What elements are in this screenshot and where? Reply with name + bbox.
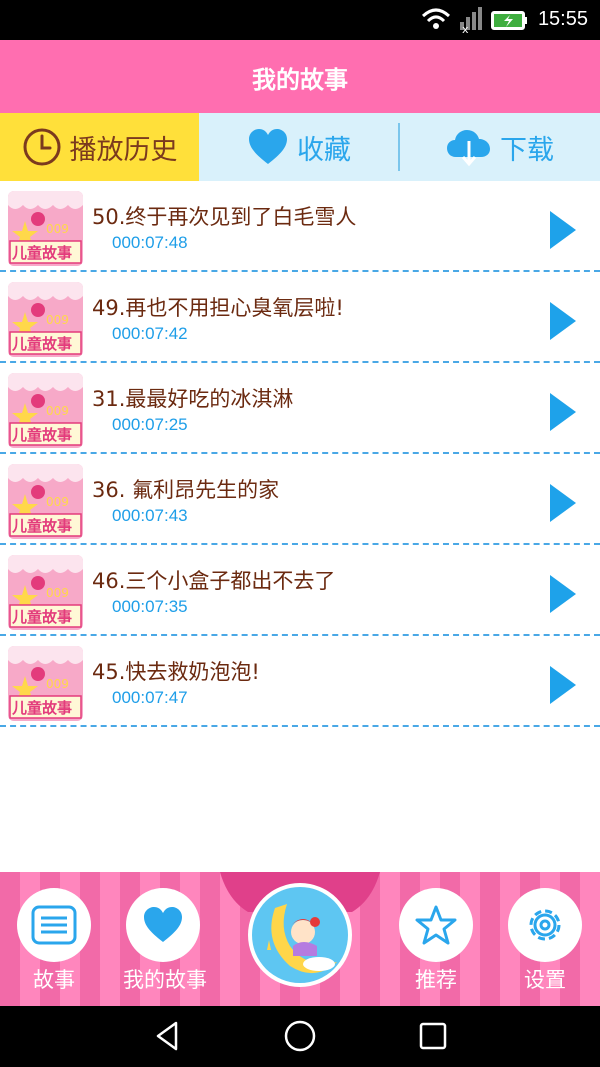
story-thumbnail: 009 儿童故事 xyxy=(8,373,83,448)
page-title: 我的故事 xyxy=(252,66,348,94)
thumbnail-badge-text: 儿童故事 xyxy=(11,426,72,444)
tab-label: 播放历史 xyxy=(69,134,178,166)
nav-icon-circle xyxy=(508,888,582,962)
tab-favorites[interactable]: 收藏 xyxy=(199,113,399,181)
title-bar: 我的故事 xyxy=(0,40,600,113)
story-title: 36. 氟利昂先生的家 xyxy=(92,478,280,502)
play-icon[interactable] xyxy=(548,391,578,433)
play-icon[interactable] xyxy=(548,664,578,706)
nav-icon-circle xyxy=(126,888,200,962)
story-title: 49.再也不用担心臭氧层啦! xyxy=(92,296,344,320)
recents-icon[interactable] xyxy=(413,1016,453,1056)
heart-icon xyxy=(249,129,287,164)
home-icon[interactable] xyxy=(280,1016,320,1056)
story-title: 45.快去救奶泡泡! xyxy=(92,660,260,684)
story-duration: 000:07:47 xyxy=(112,688,188,707)
moon-girl-icon xyxy=(248,883,352,987)
story-duration: 000:07:43 xyxy=(112,506,188,525)
nav-label: 故事 xyxy=(33,968,75,992)
story-duration: 000:07:35 xyxy=(112,597,188,616)
nav-icon-circle xyxy=(17,888,91,962)
thumbnail-badge-number: 009 xyxy=(46,313,69,327)
svg-text:x: x xyxy=(462,23,469,36)
thumbnail-badge-text: 儿童故事 xyxy=(11,699,72,717)
story-thumbnail: 009 儿童故事 xyxy=(8,646,83,721)
thumbnail-badge-number: 009 xyxy=(46,586,69,600)
back-icon[interactable] xyxy=(148,1016,188,1056)
list-item[interactable]: 009 儿童故事 31.最最好吃的冰淇淋 000:07:25 xyxy=(0,363,600,454)
battery-icon xyxy=(491,11,527,30)
thumbnail-badge-number: 009 xyxy=(46,404,69,418)
cloud-download-icon xyxy=(447,130,490,167)
tab-downloads[interactable]: 下载 xyxy=(400,113,600,181)
list-icon xyxy=(31,905,77,945)
nav-label: 设置 xyxy=(524,968,566,992)
nav-item-recommend[interactable]: 推荐 xyxy=(396,888,476,994)
story-title: 46.三个小盒子都出不去了 xyxy=(92,569,336,593)
list-item[interactable]: 009 儿童故事 49.再也不用担心臭氧层啦! 000:07:42 xyxy=(0,272,600,363)
play-icon[interactable] xyxy=(548,482,578,524)
story-thumbnail: 009 儿童故事 xyxy=(8,464,83,539)
system-nav-bar xyxy=(0,1006,600,1067)
thumbnail-badge-number: 009 xyxy=(46,222,69,236)
status-bar: x 15:55 xyxy=(0,0,600,40)
story-list: 009 儿童故事 50.终于再次见到了白毛雪人 000:07:48 009 儿童… xyxy=(0,181,600,727)
list-item[interactable]: 009 儿童故事 50.终于再次见到了白毛雪人 000:07:48 xyxy=(0,181,600,272)
thumbnail-badge-text: 儿童故事 xyxy=(11,608,72,626)
play-icon[interactable] xyxy=(548,300,578,342)
play-icon[interactable] xyxy=(548,209,578,251)
heart-icon xyxy=(144,907,182,942)
nav-icon-circle xyxy=(399,888,473,962)
bottom-nav: 故事 我的故事 推荐 设置 xyxy=(0,872,600,1006)
nav-item-my-stories[interactable]: 我的故事 xyxy=(123,888,207,994)
thumbnail-badge-number: 009 xyxy=(46,677,69,691)
now-playing-button[interactable] xyxy=(245,872,355,1006)
story-title: 50.终于再次见到了白毛雪人 xyxy=(92,205,357,229)
clock-icon xyxy=(23,128,60,166)
story-thumbnail: 009 儿童故事 xyxy=(8,555,83,630)
star-icon xyxy=(415,905,457,945)
nav-label: 我的故事 xyxy=(123,968,207,992)
story-thumbnail: 009 儿童故事 xyxy=(8,191,83,266)
list-item[interactable]: 009 儿童故事 46.三个小盒子都出不去了 000:07:35 xyxy=(0,545,600,636)
nav-label: 推荐 xyxy=(415,968,457,992)
nav-item-settings[interactable]: 设置 xyxy=(505,888,585,994)
thumbnail-badge-text: 儿童故事 xyxy=(11,335,72,353)
status-time: 15:55 xyxy=(537,8,588,30)
list-item[interactable]: 009 儿童故事 36. 氟利昂先生的家 000:07:43 xyxy=(0,454,600,545)
tab-bar: 播放历史 收藏 下载 xyxy=(0,113,600,181)
tab-label: 收藏 xyxy=(297,134,351,166)
story-thumbnail: 009 儿童故事 xyxy=(8,282,83,357)
nav-item-stories[interactable]: 故事 xyxy=(14,888,94,994)
play-icon[interactable] xyxy=(548,573,578,615)
signal-icon: x xyxy=(460,7,482,36)
thumbnail-badge-text: 儿童故事 xyxy=(11,244,72,262)
list-item[interactable]: 009 儿童故事 45.快去救奶泡泡! 000:07:47 xyxy=(0,636,600,727)
thumbnail-badge-number: 009 xyxy=(46,495,69,509)
gear-icon xyxy=(529,909,561,941)
story-duration: 000:07:25 xyxy=(112,415,188,434)
tab-play-history[interactable]: 播放历史 xyxy=(0,113,199,181)
story-title: 31.最最好吃的冰淇淋 xyxy=(92,387,294,411)
thumbnail-badge-text: 儿童故事 xyxy=(11,517,72,535)
tab-label: 下载 xyxy=(500,134,554,166)
story-duration: 000:07:48 xyxy=(112,233,188,252)
story-duration: 000:07:42 xyxy=(112,324,188,343)
wifi-icon xyxy=(421,8,451,29)
